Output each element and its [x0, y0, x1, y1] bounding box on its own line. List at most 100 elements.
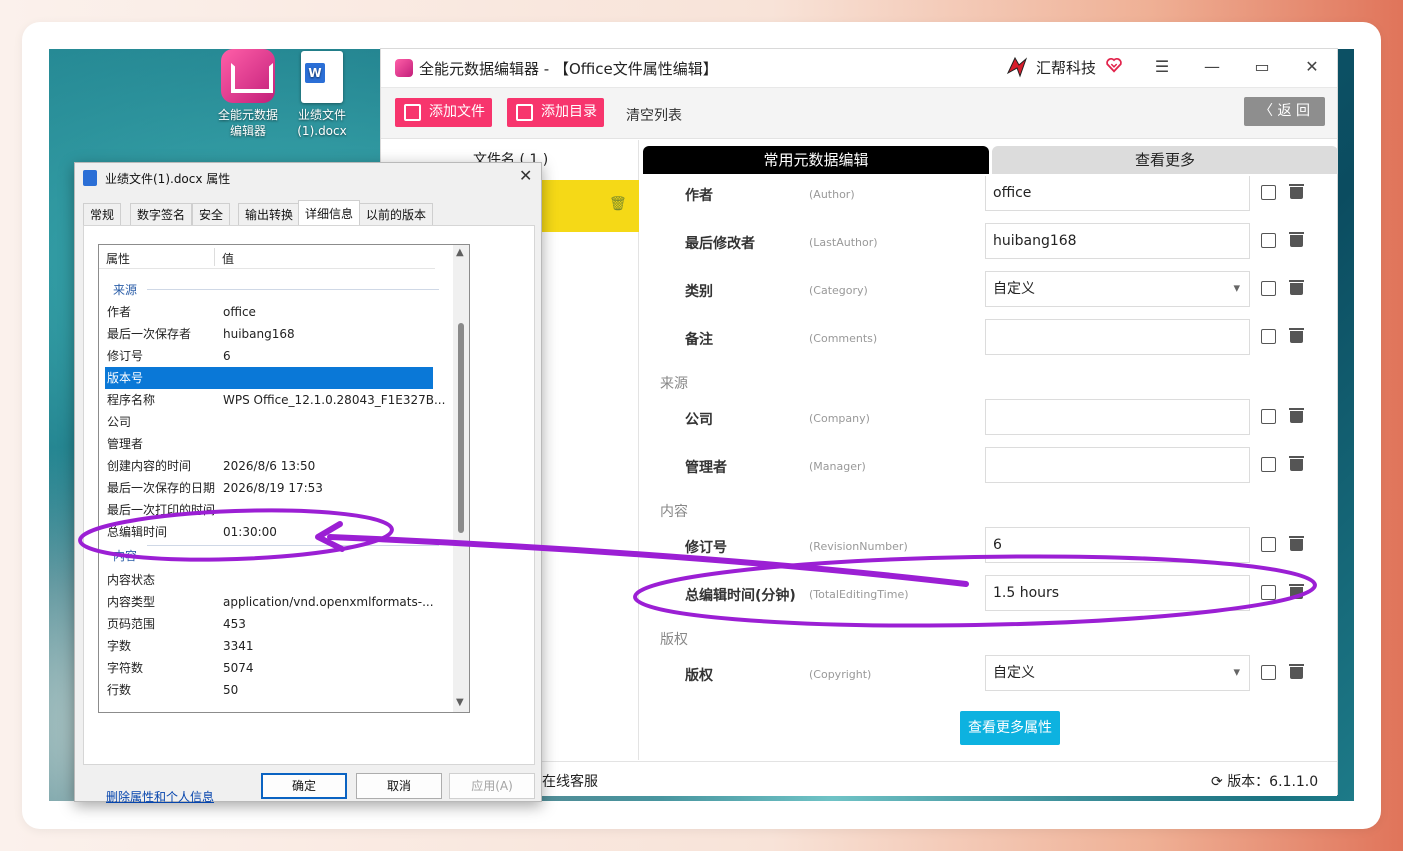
copyright-select[interactable]: 自定义	[985, 655, 1250, 691]
tab-previous-versions[interactable]: 以前的版本	[359, 203, 434, 225]
section-copyright: 版权	[660, 632, 688, 648]
list-item[interactable]: 程序名称 WPS Office_12.1.0.28043_F1E327B...	[105, 389, 445, 411]
trash-icon[interactable]	[1289, 184, 1304, 199]
tab-view-more[interactable]: 查看更多	[992, 146, 1338, 174]
prop-row-author: 作者 (Author) office	[640, 176, 1337, 215]
heart-icon[interactable]	[1105, 56, 1123, 74]
list-item[interactable]: 字数 3341	[105, 635, 433, 657]
close-icon[interactable]: ✕	[1302, 57, 1322, 77]
edit-icon[interactable]	[1261, 457, 1276, 472]
vertical-scrollbar[interactable]: ▲ ▼	[453, 245, 469, 712]
group-source: 来源	[113, 283, 138, 297]
close-icon[interactable]: ✕	[519, 166, 532, 185]
company-input[interactable]	[985, 399, 1250, 435]
list-item-selected[interactable]: 版本号	[105, 367, 433, 389]
back-button[interactable]: 〈 返 回	[1244, 97, 1325, 126]
trash-icon[interactable]	[1289, 408, 1304, 423]
prop-label: 总编辑时间(分钟)	[685, 588, 796, 604]
menu-icon[interactable]: ☰	[1152, 57, 1172, 77]
version-text: 版本：6.1.1.0	[1227, 774, 1319, 790]
column-header-property[interactable]: 属性	[106, 250, 130, 267]
total-editing-time-input[interactable]: 1.5 hours	[985, 575, 1250, 611]
list-item[interactable]: 管理者	[105, 433, 433, 455]
trash-icon[interactable]	[1289, 280, 1304, 295]
list-item[interactable]: 行数 50	[105, 679, 433, 701]
app-logo-icon	[395, 59, 413, 77]
list-item[interactable]: 内容类型 application/vnd.openxmlformats-...	[105, 591, 434, 613]
trash-icon[interactable]	[1289, 584, 1304, 599]
window-title: 全能元数据编辑器 - 【Office文件属性编辑】	[419, 60, 718, 78]
author-input[interactable]: office	[985, 176, 1250, 211]
add-folder-icon	[516, 104, 533, 121]
editor-tabs: 常用元数据编辑 查看更多	[643, 146, 1338, 176]
list-header: 属性 值	[99, 245, 435, 269]
list-item-total-editing-time[interactable]: 总编辑时间 01:30:00	[105, 521, 433, 543]
prop-row-comments: 备注 (Comments)	[640, 319, 1337, 359]
maximize-icon[interactable]: ▭	[1252, 57, 1272, 77]
manager-input[interactable]	[985, 447, 1250, 483]
last-author-input[interactable]: huibang168	[985, 223, 1250, 259]
edit-icon[interactable]	[1261, 281, 1276, 296]
list-item[interactable]: 修订号 6	[105, 345, 433, 367]
add-file-button[interactable]: 添加文件	[395, 98, 492, 127]
add-directory-button[interactable]: 添加目录	[507, 98, 604, 127]
add-file-icon	[404, 104, 421, 121]
scroll-up-icon[interactable]: ▲	[456, 247, 464, 258]
edit-icon[interactable]	[1261, 233, 1276, 248]
list-item[interactable]: 最后一次保存者 huibang168	[105, 323, 433, 345]
list-item[interactable]: 字符数 5074	[105, 657, 433, 679]
tab-common-metadata[interactable]: 常用元数据编辑	[643, 146, 989, 174]
brand-name: 汇帮科技	[1036, 59, 1097, 77]
cancel-button[interactable]: 取消	[356, 773, 442, 799]
prop-label: 版权	[685, 668, 713, 684]
comments-input[interactable]	[985, 319, 1250, 355]
revision-input[interactable]: 6	[985, 527, 1250, 563]
trash-icon[interactable]: 🗑	[609, 196, 627, 214]
scroll-thumb[interactable]	[458, 323, 464, 533]
desktop-icon-docx-file[interactable]: W 业绩文件 (1).docx	[287, 51, 357, 139]
section-content: 内容	[660, 504, 688, 520]
category-select[interactable]: 自定义	[985, 271, 1250, 307]
prop-key: (Copyright)	[809, 668, 872, 681]
list-item[interactable]: 页码范围 453	[105, 613, 433, 635]
minimize-icon[interactable]: —	[1202, 57, 1222, 77]
prop-key: (Author)	[809, 188, 855, 201]
clear-list-button[interactable]: 清空列表	[626, 105, 682, 125]
remove-properties-link[interactable]: 删除属性和个人信息	[106, 788, 214, 805]
online-service-link[interactable]: 在线客服	[542, 771, 598, 791]
edit-icon[interactable]	[1261, 185, 1276, 200]
list-item[interactable]: 最后一次保存的日期 2026/8/19 17:53	[105, 477, 433, 499]
prop-key: (Category)	[809, 284, 868, 297]
trash-icon[interactable]	[1289, 232, 1304, 247]
tab-general[interactable]: 常规	[83, 203, 122, 225]
apply-button[interactable]: 应用(A)	[449, 773, 535, 799]
trash-icon[interactable]	[1289, 328, 1304, 343]
trash-icon[interactable]	[1289, 664, 1304, 679]
list-item[interactable]: 公司	[105, 411, 433, 433]
metadata-form: 作者 (Author) office 最后修改者 (LastAuthor) hu…	[640, 176, 1337, 760]
edit-icon[interactable]	[1261, 537, 1276, 552]
tab-security[interactable]: 安全	[192, 203, 231, 225]
edit-icon[interactable]	[1261, 409, 1276, 424]
edit-icon[interactable]	[1261, 585, 1276, 600]
tab-digital-signature[interactable]: 数字签名	[130, 203, 193, 225]
tab-output-conversion[interactable]: 输出转换	[238, 203, 301, 225]
refresh-icon[interactable]: ⟳	[1211, 774, 1223, 790]
group-divider	[147, 545, 439, 546]
list-item[interactable]: 创建内容的时间 2026/8/6 13:50	[105, 455, 433, 477]
edit-icon[interactable]	[1261, 665, 1276, 680]
view-more-properties-button[interactable]: 查看更多属性	[960, 711, 1060, 745]
column-header-value[interactable]: 值	[222, 250, 234, 267]
details-panel: 属性 值 来源 作者 office 最后一次保存者 huibang168 修订号 6 …	[83, 225, 535, 804]
properties-list[interactable]: 属性 值 来源 作者 office 最后一次保存者 huibang168 修订号 6 …	[98, 244, 470, 713]
scroll-down-icon[interactable]: ▼	[456, 697, 464, 708]
ok-button[interactable]: 确定	[261, 773, 347, 799]
desktop-icon-metadata-editor[interactable]: 全能元数据 编辑器	[213, 49, 283, 139]
list-item[interactable]: 作者 office	[105, 301, 433, 323]
list-item[interactable]: 最后一次打印的时间	[105, 499, 433, 521]
trash-icon[interactable]	[1289, 536, 1304, 551]
list-item[interactable]: 内容状态	[105, 569, 433, 591]
tab-details[interactable]: 详细信息	[298, 200, 361, 226]
edit-icon[interactable]	[1261, 329, 1276, 344]
trash-icon[interactable]	[1289, 456, 1304, 471]
